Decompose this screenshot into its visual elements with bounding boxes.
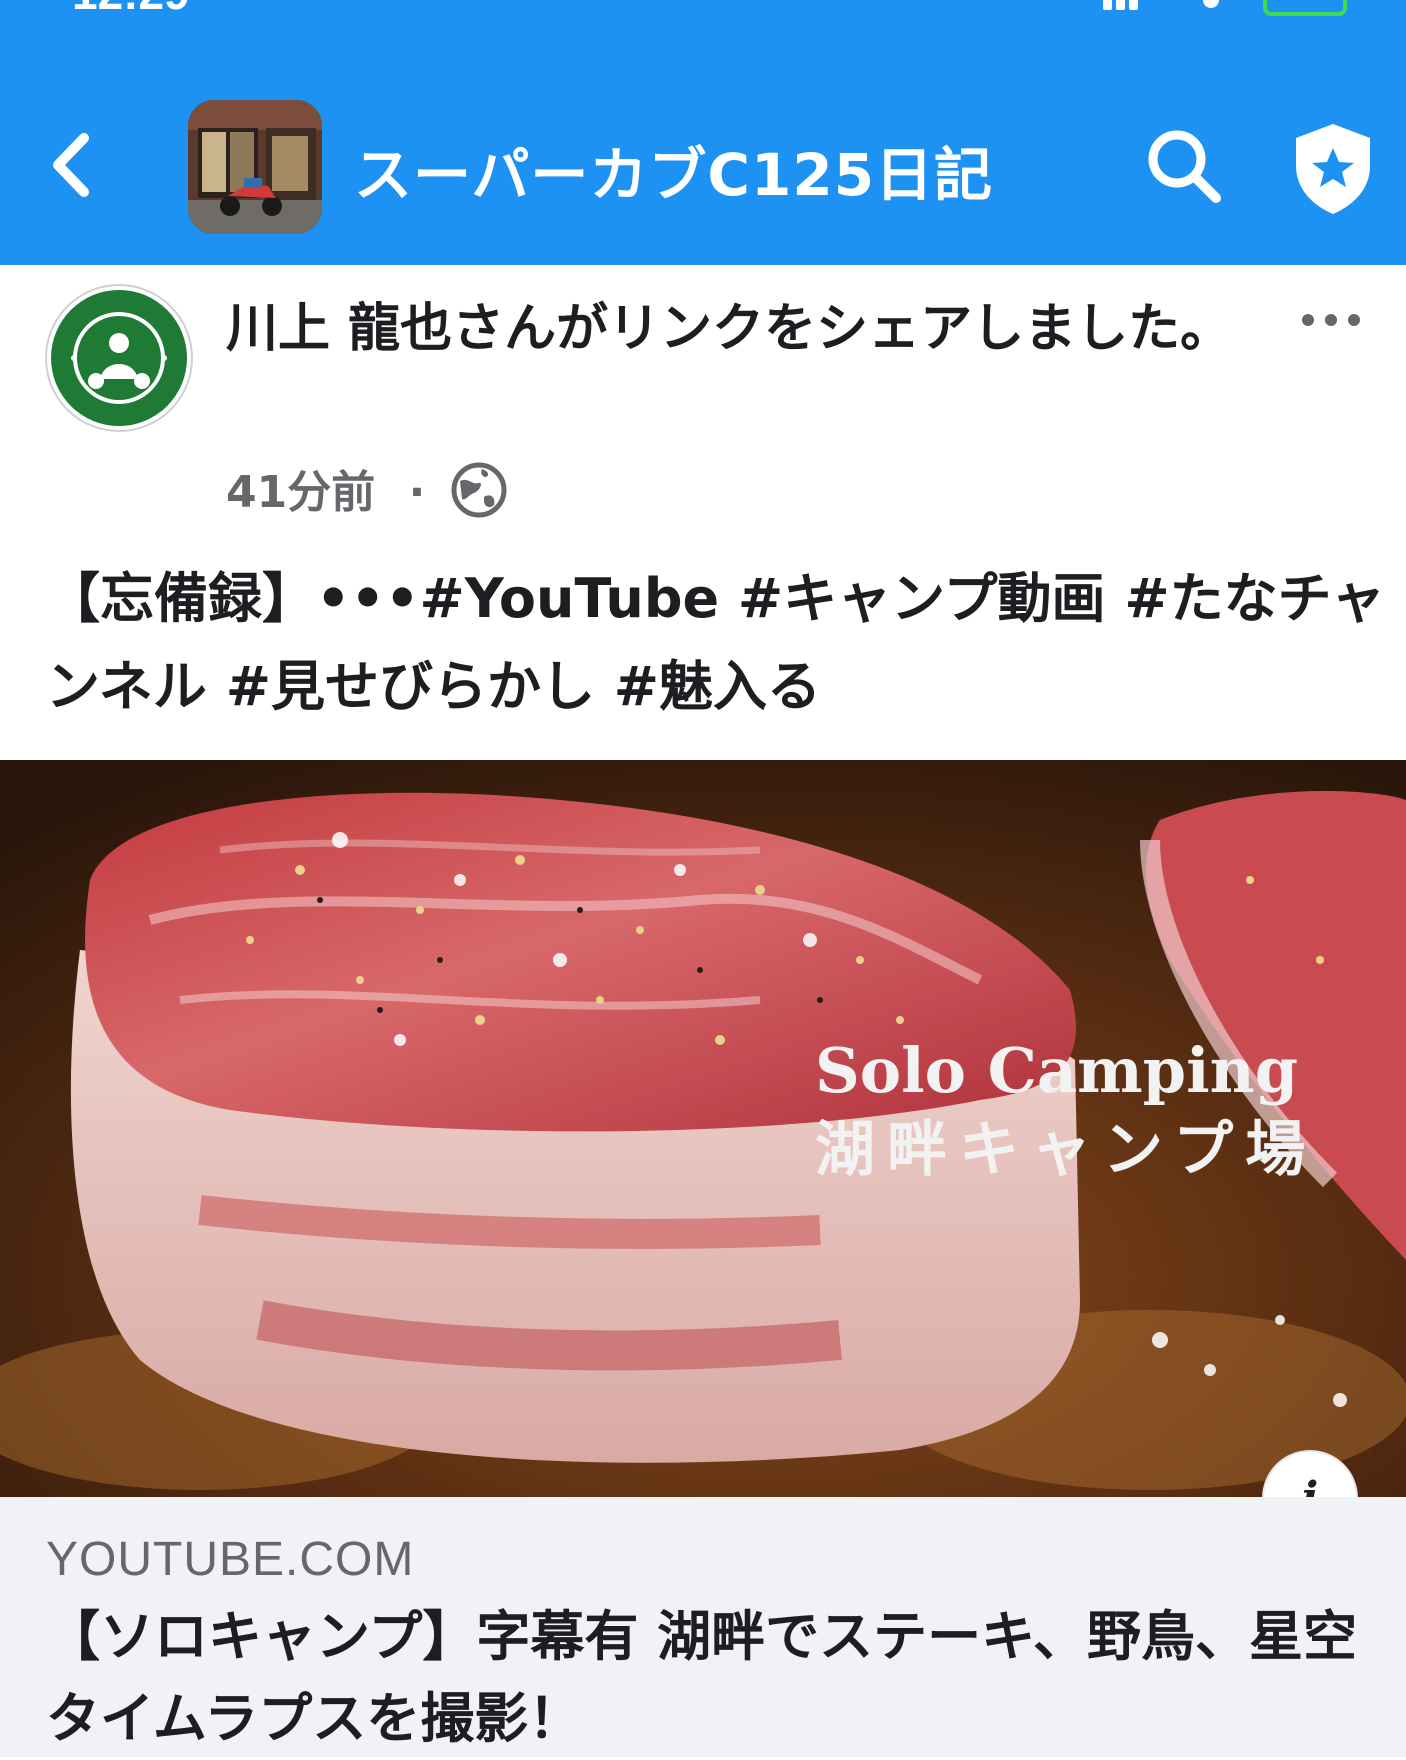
overlay-subtitle: 湖畔キャンプ場 bbox=[815, 1115, 1317, 1185]
link-title[interactable]: 【ソロキャンプ】字幕有 湖畔でステーキ、野鳥、星空タイムラプスを撮影！ bbox=[46, 1596, 1366, 1760]
page-title[interactable]: スーパーカブC125日記 bbox=[354, 128, 993, 212]
globe-icon bbox=[451, 462, 507, 518]
app-header: 12:29 スーパーカブC125日記 bbox=[0, 0, 1406, 265]
post-meta: 41分前 · bbox=[226, 456, 425, 520]
status-bar: 12:29 bbox=[0, 0, 1406, 30]
status-time: 12:29 bbox=[72, 0, 190, 20]
link-domain: YOUTUBE.COM bbox=[46, 1533, 415, 1586]
shield-star-icon[interactable] bbox=[1290, 120, 1376, 216]
avatar[interactable] bbox=[44, 283, 194, 433]
signal-icon bbox=[1103, 0, 1153, 10]
page-profile-photo[interactable] bbox=[188, 100, 322, 234]
more-dots-icon[interactable] bbox=[1296, 300, 1366, 340]
chevron-left-icon[interactable] bbox=[48, 130, 98, 200]
author-line[interactable]: 川上 龍也さんがリンクをシェアしました。 bbox=[226, 286, 1276, 372]
wifi-icon bbox=[1203, 0, 1219, 8]
meta-separator: · bbox=[408, 467, 426, 518]
link-preview-image[interactable]: Solo Camping 湖畔キャンプ場 bbox=[0, 760, 1406, 1497]
search-icon[interactable] bbox=[1144, 126, 1224, 206]
battery-icon bbox=[1263, 0, 1347, 16]
post-time[interactable]: 41分前 bbox=[226, 467, 375, 518]
post-text: 【忘備録】•••#YouTube #キャンプ動画 #たなチャンネル #見せびらか… bbox=[46, 567, 1386, 718]
overlay-title: Solo Camping bbox=[815, 1034, 1298, 1107]
